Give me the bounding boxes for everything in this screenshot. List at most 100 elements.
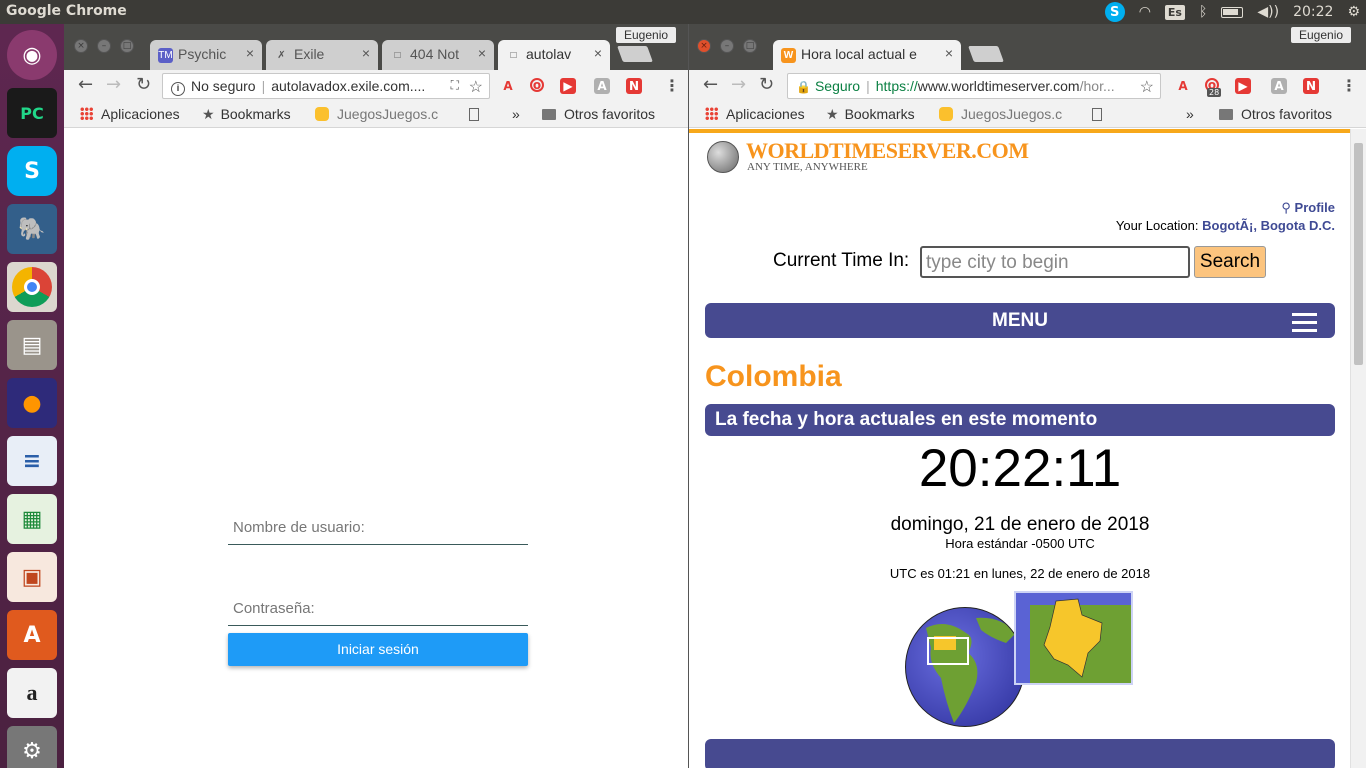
libreoffice-calc-icon[interactable]: ▦: [7, 494, 57, 544]
hamburger-menu-icon[interactable]: [1292, 313, 1317, 332]
bookmark-apps[interactable]: Aplicaciones: [705, 106, 805, 122]
apps-grid-icon: [80, 107, 93, 120]
tab-worldtimeserver[interactable]: W Hora local actual e ×: [773, 40, 961, 70]
chrome-icon[interactable]: [7, 262, 57, 312]
bookmark-bookmarks[interactable]: ★ Bookmarks: [202, 106, 291, 123]
reload-icon[interactable]: ↻: [136, 74, 151, 95]
pgadmin-elephant-icon[interactable]: 🐘: [7, 204, 57, 254]
page-favicon-icon: □: [394, 50, 401, 61]
back-arrow-icon[interactable]: ←: [78, 74, 93, 95]
chrome-menu-icon[interactable]: ⋮: [664, 76, 680, 95]
close-icon[interactable]: ×: [945, 45, 953, 61]
bookmarks-overflow-button[interactable]: »: [1186, 106, 1194, 122]
new-tab-button[interactable]: [968, 46, 1004, 62]
bookmark-page[interactable]: [1092, 106, 1110, 122]
tab-psychic[interactable]: TM Psychic ×: [150, 40, 262, 70]
new-tab-button[interactable]: [617, 46, 653, 62]
minimize-window-button[interactable]: –: [97, 39, 111, 53]
amazon-icon[interactable]: a: [7, 668, 57, 718]
tm-favicon-icon: TM: [158, 48, 173, 63]
profile-chip[interactable]: Eugenio: [1291, 27, 1352, 43]
username-field[interactable]: Nombre de usuario:: [228, 511, 528, 545]
unity-launcher: ◉ PC S 🐘 ▤ ● ≡ ▦ ▣ A a ⚙: [0, 24, 64, 768]
ubuntu-dash-icon[interactable]: ◉: [7, 30, 57, 80]
close-icon[interactable]: ×: [246, 45, 254, 61]
tab-label: Psychic: [178, 46, 227, 62]
forward-arrow-icon[interactable]: →: [106, 74, 121, 95]
libreoffice-impress-icon[interactable]: ▣: [7, 552, 57, 602]
media-extension-icon[interactable]: ▶: [560, 78, 576, 94]
netflix-extension-icon[interactable]: N: [1303, 78, 1319, 94]
skype-tray-icon[interactable]: S: [1104, 2, 1125, 22]
keyboard-layout-indicator[interactable]: Es: [1164, 4, 1185, 20]
top-panel: Google Chrome S ◠ Es ᛒ ◀)) 20:22 ⚙: [0, 0, 1366, 24]
location-link[interactable]: BogotÃ¡, Bogota D.C.: [1202, 218, 1335, 233]
close-window-button[interactable]: ×: [697, 39, 711, 53]
pycharm-icon[interactable]: PC: [7, 88, 57, 138]
close-icon[interactable]: ×: [478, 45, 486, 61]
netflix-extension-icon[interactable]: N: [626, 78, 642, 94]
reload-icon[interactable]: ↻: [759, 74, 774, 95]
bluetooth-icon[interactable]: ᛒ: [1199, 4, 1207, 20]
country-heading: Colombia: [705, 360, 842, 393]
ubuntu-software-icon[interactable]: A: [7, 610, 57, 660]
acrobat-extension-icon[interactable]: A: [500, 78, 516, 94]
bookmark-apps[interactable]: Aplicaciones: [80, 106, 180, 122]
next-section-heading: [705, 739, 1335, 768]
libreoffice-writer-icon[interactable]: ≡: [7, 436, 57, 486]
battery-icon[interactable]: [1221, 6, 1244, 18]
back-arrow-icon[interactable]: ←: [703, 74, 718, 95]
omnibox[interactable]: i No seguro | autolavadox.exile.com.... ⛶ ☆: [162, 73, 490, 99]
angular-extension-icon[interactable]: A: [594, 78, 610, 94]
city-search-input[interactable]: type city to begin: [920, 246, 1190, 278]
star-icon: ★: [202, 106, 215, 122]
tab-404[interactable]: □ 404 Not ×: [382, 40, 494, 70]
firefox-icon[interactable]: ●: [7, 378, 57, 428]
chrome-menu-icon[interactable]: ⋮: [1341, 76, 1357, 95]
colombia-map-image: [1014, 591, 1133, 685]
tab-autolavado[interactable]: □ autolav ×: [498, 40, 610, 70]
bookmark-otros-favoritos[interactable]: Otros favoritos: [542, 106, 655, 122]
bookmark-juegos[interactable]: JuegosJuegos.c: [939, 106, 1062, 122]
profile-chip[interactable]: Eugenio: [616, 27, 677, 43]
bookmark-juegos[interactable]: JuegosJuegos.c: [315, 106, 438, 122]
system-settings-icon[interactable]: ⚙: [7, 726, 57, 768]
maximize-window-button[interactable]: □: [120, 39, 134, 53]
bookmark-bookmarks[interactable]: ★ Bookmarks: [826, 106, 915, 123]
vertical-scrollbar[interactable]: [1350, 129, 1366, 768]
scrollbar-thumb[interactable]: [1354, 143, 1363, 365]
panel-clock[interactable]: 20:22: [1293, 4, 1333, 20]
close-icon[interactable]: ×: [594, 45, 602, 61]
opera-extension-icon[interactable]: o: [530, 78, 544, 92]
omnibox[interactable]: 🔒 Seguro | https://www.worldtimeserver.com/…: [787, 73, 1161, 99]
apps-grid-icon: [705, 107, 718, 120]
app-title: Google Chrome: [6, 3, 127, 19]
profile-link[interactable]: ⚲ Profile: [1281, 200, 1335, 216]
menu-bar[interactable]: MENU: [705, 303, 1335, 338]
search-button[interactable]: Search: [1194, 246, 1266, 278]
wifi-icon[interactable]: ◠: [1139, 4, 1151, 20]
volume-icon[interactable]: ◀)): [1257, 4, 1279, 20]
bookmark-star-icon[interactable]: ☆: [1140, 77, 1154, 97]
password-field[interactable]: Contraseña:: [228, 592, 528, 626]
media-extension-icon[interactable]: ▶: [1235, 78, 1251, 94]
close-icon[interactable]: ×: [362, 45, 370, 61]
bookmark-star-icon[interactable]: ☆: [469, 77, 483, 97]
maximize-window-button[interactable]: □: [743, 39, 757, 53]
your-location: Your Location: BogotÃ¡, Bogota D.C.: [1115, 218, 1335, 233]
acrobat-extension-icon[interactable]: A: [1175, 78, 1191, 94]
files-cabinet-icon[interactable]: ▤: [7, 320, 57, 370]
skype-icon[interactable]: S: [7, 146, 57, 196]
close-window-button[interactable]: ×: [74, 39, 88, 53]
bookmark-page[interactable]: [469, 106, 487, 122]
login-button[interactable]: Iniciar sesión: [228, 633, 528, 666]
tab-exile[interactable]: ✗ Exile ×: [266, 40, 378, 70]
forward-arrow-icon[interactable]: →: [731, 74, 746, 95]
info-icon[interactable]: i: [171, 82, 185, 96]
bookmark-otros-favoritos[interactable]: Otros favoritos: [1219, 106, 1332, 122]
settings-gear-icon[interactable]: ⚙: [1347, 4, 1360, 20]
angular-extension-icon[interactable]: A: [1271, 78, 1287, 94]
translate-icon[interactable]: ⛶: [451, 78, 459, 93]
minimize-window-button[interactable]: –: [720, 39, 734, 53]
bookmarks-overflow-button[interactable]: »: [512, 106, 520, 122]
